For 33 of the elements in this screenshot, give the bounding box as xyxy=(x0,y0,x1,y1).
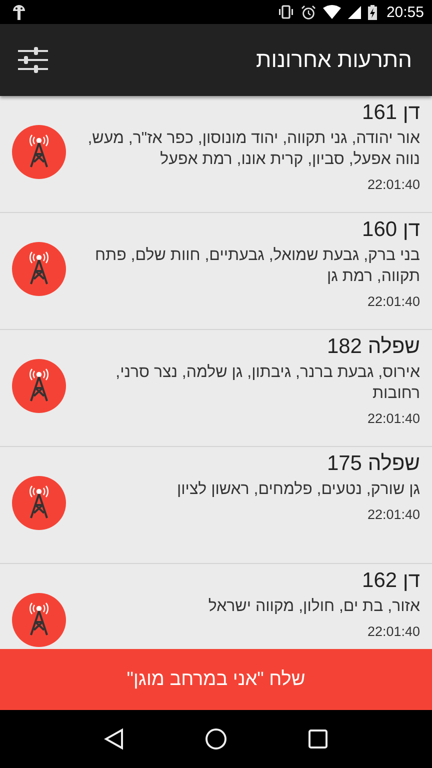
alert-title: דן 161 xyxy=(361,100,420,126)
alert-areas: גן שורק, נטעים, פלמחים, ראשון לציון xyxy=(78,479,420,500)
back-icon[interactable] xyxy=(104,728,124,750)
alert-title: שפלה 182 xyxy=(326,334,420,360)
alert-areas: אור יהודה, גני תקווה, יהוד מונוסון, כפר אז"ר, מעש, נווה אפעל, סביון, קרית אונו, רמת אפעל xyxy=(78,128,420,170)
alert-areas: אזור, בת ים, חולון, מקווה ישראל xyxy=(78,596,420,617)
wifi-icon xyxy=(323,5,342,19)
alert-areas: בני ברק, גבעת שמואל, גבעתיים, חוות שלם, פתח תקווה, רמת גן xyxy=(78,245,420,287)
signal-icon xyxy=(348,6,362,18)
alert-time: 22:01:40 xyxy=(366,410,420,427)
alert-title: שפלה 175 xyxy=(326,451,420,477)
safe-space-button[interactable]: שלח "אני במרחב מוגן" xyxy=(0,649,432,710)
antenna-tower-icon xyxy=(12,242,66,296)
alert-areas: אירוס, גבעת ברנר, גיבתון, גן שלמה, נצר סרני, רחובות xyxy=(78,362,420,404)
alert-time: 22:01:40 xyxy=(366,293,420,310)
alert-time: 22:01:40 xyxy=(366,623,420,640)
antenna-tower-icon xyxy=(12,476,66,530)
screen-title: התרעות אחרונות xyxy=(256,47,412,73)
android-icon xyxy=(12,3,26,21)
alarm-icon xyxy=(301,4,316,20)
home-icon[interactable] xyxy=(204,728,227,750)
alert-time: 22:01:40 xyxy=(366,506,420,523)
settings-icon[interactable] xyxy=(18,47,48,73)
vibrate-icon xyxy=(278,5,294,19)
antenna-tower-icon xyxy=(12,359,66,413)
antenna-tower-icon xyxy=(12,125,66,179)
alert-time: 22:01:40 xyxy=(366,176,420,193)
antenna-tower-icon xyxy=(12,593,66,647)
recent-apps-icon[interactable] xyxy=(308,729,328,749)
clock-text: 20:55 xyxy=(386,4,424,20)
battery-icon xyxy=(368,4,378,20)
alert-title: דן 160 xyxy=(361,217,420,243)
alert-title: דן 162 xyxy=(361,568,420,594)
